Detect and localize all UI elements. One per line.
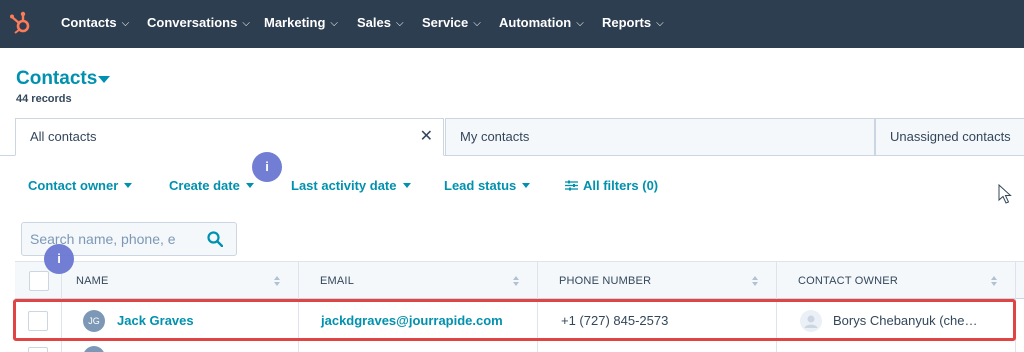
filter-contact-owner[interactable]: Contact owner — [28, 178, 133, 193]
chevron-down-icon: ⌵ — [656, 18, 664, 29]
contact-name-link[interactable]: Jack Graves — [117, 313, 194, 328]
avatar — [83, 346, 105, 352]
chevron-down-icon: ⌵ — [121, 18, 130, 29]
all-filters-button[interactable]: All filters (0) — [565, 178, 658, 193]
tab-label: All contacts — [30, 129, 97, 144]
tab-label: My contacts — [460, 129, 530, 144]
caret-down-icon — [245, 183, 254, 188]
contact-owner: Borys Chebanyuk (che… — [833, 313, 978, 328]
nav-label: Sales — [357, 15, 391, 30]
filter-label: Create date — [169, 178, 240, 193]
tab-all-contacts[interactable]: All contacts ✕ — [15, 118, 444, 156]
chevron-down-icon: ⌵ — [395, 18, 404, 29]
select-all-checkbox[interactable] — [29, 271, 49, 291]
hubspot-logo-icon[interactable] — [8, 10, 34, 36]
info-badge[interactable]: i — [44, 244, 74, 274]
sliders-icon — [565, 180, 578, 191]
caret-down-icon — [124, 183, 133, 188]
chevron-down-icon: ⌵ — [330, 18, 338, 29]
top-nav: Contacts ⌵ Conversations ⌵ Marketing ⌵ Sale… — [0, 0, 1024, 48]
nav-label: Conversations — [147, 15, 238, 30]
close-icon[interactable]: ✕ — [420, 119, 433, 155]
nav-item-marketing[interactable]: Marketing ⌵ — [264, 15, 338, 33]
nav-item-automation[interactable]: Automation ⌵ — [499, 15, 584, 33]
all-filters-label: All filters (0) — [583, 178, 659, 193]
nav-label: Marketing — [264, 15, 326, 30]
info-badge[interactable]: i — [252, 152, 282, 182]
contact-email-link[interactable]: jackdgraves@jourrapide.com — [321, 313, 503, 328]
caret-down-icon — [522, 183, 531, 188]
chevron-down-icon: ⌵ — [576, 18, 584, 29]
mouse-cursor-icon — [998, 184, 1012, 204]
nav-label: Service — [422, 15, 469, 30]
filter-create-date[interactable]: Create date — [169, 178, 254, 193]
nav-item-service[interactable]: Service ⌵ — [422, 15, 481, 33]
chevron-down-icon: ⌵ — [473, 18, 481, 29]
contact-phone: +1 (727) 845-2573 — [561, 313, 669, 328]
nav-item-sales[interactable]: Sales ⌵ — [357, 15, 404, 33]
nav-item-reports[interactable]: Reports ⌵ — [602, 15, 664, 33]
sort-icon[interactable] — [990, 275, 998, 287]
tab-my-contacts[interactable]: My contacts — [445, 118, 875, 156]
sort-icon[interactable] — [512, 275, 520, 287]
filter-label: Contact owner — [28, 178, 119, 193]
nav-label: Contacts — [61, 15, 117, 30]
filter-label: Lead status — [444, 178, 517, 193]
sort-icon[interactable] — [273, 275, 281, 287]
nav-item-contacts[interactable]: Contacts ⌵ — [61, 15, 129, 33]
column-header-phone[interactable]: PHONE NUMBER — [559, 262, 651, 300]
row-checkbox[interactable] — [28, 347, 48, 352]
column-header-email[interactable]: EMAIL — [320, 262, 354, 300]
nav-label: Automation — [499, 15, 572, 30]
page-title[interactable]: Contacts — [16, 68, 97, 90]
column-header-name[interactable]: NAME — [76, 262, 109, 300]
table-header: NAME EMAIL PHONE NUMBER CONTACT OWNER — [15, 261, 1024, 299]
sort-icon[interactable] — [751, 275, 759, 287]
nav-label: Reports — [602, 15, 652, 30]
caret-down-icon — [402, 183, 411, 188]
nav-item-conversations[interactable]: Conversations ⌵ — [147, 15, 250, 33]
filter-label: Last activity date — [291, 178, 397, 193]
search-icon[interactable] — [207, 231, 223, 247]
caret-down-icon[interactable] — [98, 76, 110, 83]
owner-avatar-icon — [800, 310, 822, 332]
avatar: JG — [83, 310, 105, 332]
filter-lead-status[interactable]: Lead status — [444, 178, 531, 193]
tab-unassigned-contacts[interactable]: Unassigned contacts — [875, 118, 1024, 156]
filter-last-activity-date[interactable]: Last activity date — [291, 178, 411, 193]
column-header-owner[interactable]: CONTACT OWNER — [798, 262, 898, 300]
record-count: 44 records — [16, 93, 72, 105]
tab-label: Unassigned contacts — [890, 129, 1011, 144]
row-checkbox[interactable] — [28, 311, 48, 331]
chevron-down-icon: ⌵ — [242, 18, 250, 29]
